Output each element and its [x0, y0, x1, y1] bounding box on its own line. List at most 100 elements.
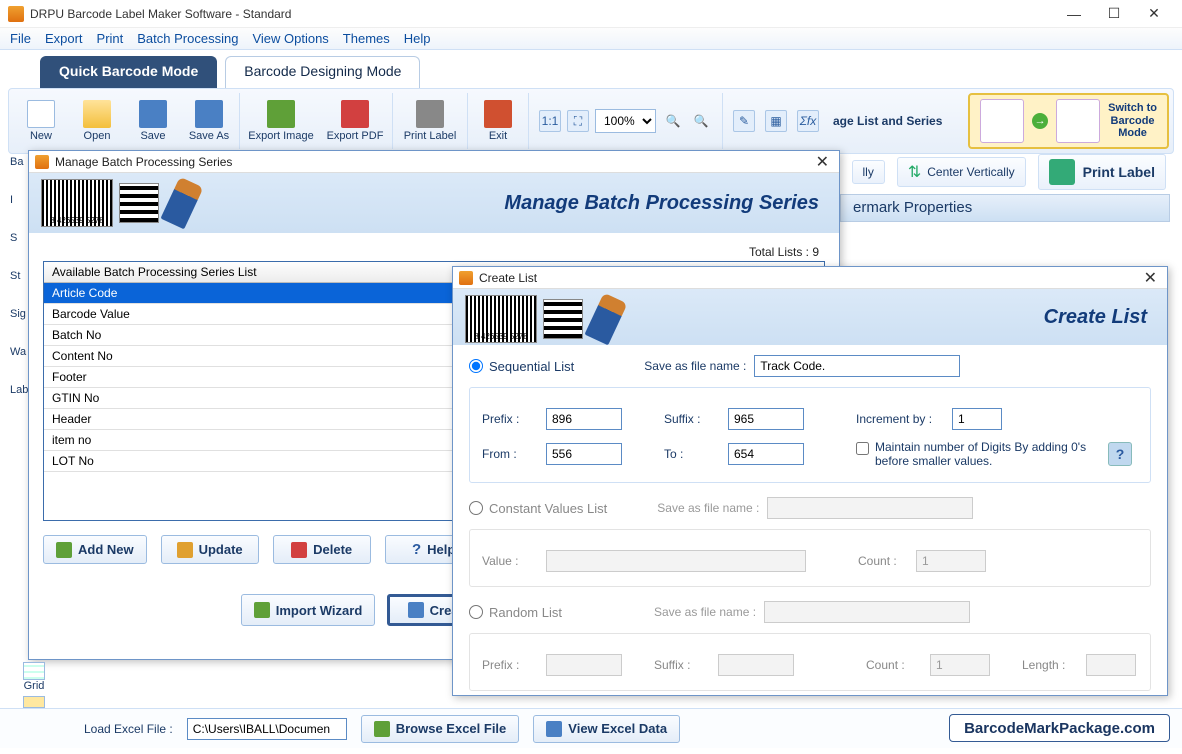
center-vertically-button[interactable]: ⇅Center Vertically: [897, 157, 1026, 187]
save-filename-label: Save as file name :: [657, 501, 759, 515]
menu-themes[interactable]: Themes: [343, 31, 390, 46]
zoom-actual-icon[interactable]: ⛶: [567, 110, 589, 132]
constant-section: Value : Count :: [469, 529, 1151, 587]
zoom-in-icon[interactable]: 🔍: [662, 110, 684, 132]
dialog-icon: [459, 271, 473, 285]
grid-icon: [23, 662, 45, 680]
increment-label: Increment by :: [856, 412, 940, 426]
count-label: Count :: [858, 554, 904, 568]
random-filename-input: [764, 601, 970, 623]
excel-path-input[interactable]: [187, 718, 347, 740]
menu-view[interactable]: View Options: [252, 31, 328, 46]
sequential-section: Prefix : Suffix : Increment by : From : …: [469, 387, 1151, 483]
zoom-out-icon[interactable]: 🔍: [690, 110, 712, 132]
dialog-banner-title: Manage Batch Processing Series: [504, 192, 819, 215]
save-as-button[interactable]: Save As: [181, 91, 237, 151]
browse-excel-button[interactable]: Browse Excel File: [361, 715, 520, 743]
mode-icon-left: [980, 99, 1024, 143]
zoom-fit-icon[interactable]: 1:1: [539, 110, 561, 132]
from-label: From :: [482, 447, 534, 461]
watermark: BarcodeMarkPackage.com: [949, 714, 1170, 742]
minimize-button[interactable]: —: [1054, 0, 1094, 28]
main-toolbar: New Open Save Save As Export Image Expor…: [8, 88, 1174, 154]
open-button[interactable]: Open: [69, 91, 125, 151]
properties-panel-header: ermark Properties: [840, 194, 1170, 222]
new-label: New: [30, 130, 52, 142]
help-icon[interactable]: ?: [1108, 442, 1132, 466]
load-excel-label: Load Excel File :: [84, 722, 173, 736]
center-horizontally-button[interactable]: lly: [852, 160, 885, 184]
view-excel-button[interactable]: View Excel Data: [533, 715, 680, 743]
to-label: To :: [664, 447, 716, 461]
update-button[interactable]: Update: [161, 535, 259, 564]
constant-filename-input: [767, 497, 973, 519]
sequential-list-radio[interactable]: Sequential List: [469, 359, 574, 374]
to-input[interactable]: [728, 443, 804, 465]
menu-batch[interactable]: Batch Processing: [137, 31, 238, 46]
center-vertical-icon: ⇅: [908, 162, 921, 182]
new-button[interactable]: New: [13, 91, 69, 151]
edit-icon[interactable]: ✎: [733, 110, 755, 132]
dialog-title: Create List: [479, 271, 1140, 285]
menu-print[interactable]: Print: [97, 31, 124, 46]
export-pdf-button[interactable]: Export PDF: [320, 91, 390, 151]
count-input: [916, 550, 986, 572]
random-prefix-input: [546, 654, 622, 676]
plus-icon: [56, 542, 72, 558]
printer-icon: [416, 100, 444, 128]
brush-icon: [584, 293, 627, 346]
suffix-input[interactable]: [728, 408, 804, 430]
random-suffix-input: [718, 654, 794, 676]
menu-export[interactable]: Export: [45, 31, 83, 46]
add-new-button[interactable]: Add New: [43, 535, 147, 564]
prefix-input[interactable]: [546, 408, 622, 430]
qr-icon: [543, 299, 583, 339]
increment-input[interactable]: [952, 408, 1002, 430]
zoom-select[interactable]: 100%: [595, 109, 656, 133]
mode-tabs: Quick Barcode Mode Barcode Designing Mod…: [0, 50, 1182, 88]
brush-icon: [160, 177, 203, 230]
menu-file[interactable]: File: [10, 31, 31, 46]
dialog-icon: [35, 155, 49, 169]
table-icon[interactable]: ▦: [765, 110, 787, 132]
fx-icon[interactable]: Σfx: [797, 110, 819, 132]
menu-help[interactable]: Help: [404, 31, 431, 46]
dialog-close-button[interactable]: ✕: [812, 152, 833, 172]
grid-tool[interactable]: Grid: [14, 662, 54, 692]
ruler-icon: [23, 696, 45, 708]
random-list-radio[interactable]: Random List: [469, 605, 562, 620]
value-input: [546, 550, 806, 572]
dialog-close-button[interactable]: ✕: [1140, 268, 1161, 288]
disk-icon: [139, 100, 167, 128]
manage-list-label: age List and Series: [833, 114, 942, 128]
save-filename-input[interactable]: [754, 355, 960, 377]
random-length-input: [1086, 654, 1136, 676]
save-button[interactable]: Save: [125, 91, 181, 151]
barcode-icon: 8 426539 5278: [465, 295, 537, 343]
print-label-big-button[interactable]: Print Label: [1038, 154, 1166, 190]
from-input[interactable]: [546, 443, 622, 465]
excel-icon: [374, 721, 390, 737]
exit-icon: [484, 100, 512, 128]
constant-list-radio[interactable]: Constant Values List: [469, 501, 607, 516]
close-button[interactable]: ✕: [1134, 0, 1174, 28]
tab-quick-barcode[interactable]: Quick Barcode Mode: [40, 56, 217, 88]
delete-button[interactable]: Delete: [273, 535, 371, 564]
menubar: File Export Print Batch Processing View …: [0, 28, 1182, 50]
image-icon: [267, 100, 295, 128]
window-titlebar: DRPU Barcode Label Maker Software - Stan…: [0, 0, 1182, 28]
app-icon: [8, 6, 24, 22]
suffix-label: Suffix :: [664, 412, 716, 426]
import-wizard-button[interactable]: Import Wizard: [241, 594, 376, 626]
random-section: Prefix : Suffix : Count : Length :: [469, 633, 1151, 691]
edit-icon: [177, 542, 193, 558]
maximize-button[interactable]: ☐: [1094, 0, 1134, 28]
print-label-button[interactable]: Print Label: [395, 91, 465, 151]
exit-button[interactable]: Exit: [470, 91, 526, 151]
count-label: Count :: [866, 658, 918, 672]
switch-mode-button[interactable]: → Switch toBarcodeMode: [968, 93, 1169, 149]
export-image-button[interactable]: Export Image: [242, 91, 320, 151]
maintain-digits-checkbox[interactable]: Maintain number of Digits By adding 0's …: [856, 440, 1096, 468]
prefix-label: Prefix :: [482, 412, 534, 426]
tab-barcode-designing[interactable]: Barcode Designing Mode: [225, 56, 420, 88]
